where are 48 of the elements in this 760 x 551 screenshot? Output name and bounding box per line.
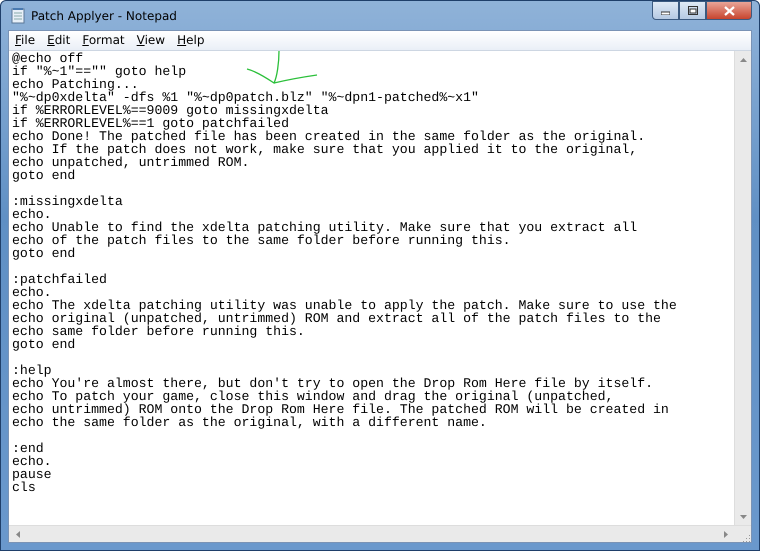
code-line: :missingxdelta bbox=[12, 195, 124, 208]
vertical-scrollbar[interactable] bbox=[734, 51, 751, 525]
scroll-right-icon[interactable] bbox=[724, 530, 728, 538]
code-line: "%~dp0xdelta" -dfs %1 "%~dp0patch.blz" "%~dpn1-patched%~x1" bbox=[12, 91, 480, 104]
code-line: goto end bbox=[12, 338, 76, 351]
code-line: echo untrimmed) ROM onto the Drop Rom Here file. The patched ROM will be created in bbox=[12, 403, 670, 416]
maximize-icon bbox=[688, 6, 698, 15]
window-title: Patch Applyer - Notepad bbox=[31, 8, 177, 24]
code-line: if %ERRORLEVEL%==9009 goto missingxdelta bbox=[12, 104, 329, 117]
code-line: echo Unable to find the xdelta patching utility. Make sure that you extract all bbox=[12, 221, 638, 234]
code-line: echo original (unpatched, untrimmed) ROM and extract all of the patch files to the bbox=[12, 312, 662, 325]
code-line: :patchfailed bbox=[12, 273, 108, 286]
code-line: goto end bbox=[12, 169, 76, 182]
code-line: echo You're almost there, but don't try to open the Drop Rom Here file by itself. bbox=[12, 377, 654, 390]
code-line: if %ERRORLEVEL%==1 goto patchfailed bbox=[12, 117, 289, 130]
code-line: echo Done! The patched file has been created in the same folder as the original. bbox=[12, 130, 646, 143]
code-line: pause bbox=[12, 468, 53, 481]
maximize-button[interactable] bbox=[679, 1, 706, 20]
code-line: goto end bbox=[12, 247, 76, 260]
code-line: echo If the patch does not work, make sure that you applied it to the original, bbox=[12, 143, 638, 156]
code-line: echo To patch your game, close this window and drag the original (unpatched, bbox=[12, 390, 614, 403]
menu-item[interactable]: Format bbox=[76, 31, 131, 50]
code-line: echo of the patch files to the same folder before running this. bbox=[12, 234, 512, 247]
code-line: if "%~1"=="" goto help bbox=[12, 65, 188, 78]
scroll-down-icon[interactable] bbox=[740, 514, 747, 518]
code-line: echo. bbox=[12, 286, 52, 299]
scroll-left-icon[interactable] bbox=[16, 530, 20, 538]
minimize-button[interactable] bbox=[652, 1, 679, 20]
close-button[interactable] bbox=[706, 1, 752, 20]
close-icon bbox=[724, 6, 734, 16]
code-line: :end bbox=[12, 442, 44, 455]
code-line: echo the same folder as the original, with a different name. bbox=[12, 416, 488, 429]
code-line: echo The xdelta patching utility was unable to apply the patch. Make sure to use the bbox=[12, 299, 678, 312]
code-line: echo same folder before running this. bbox=[12, 325, 306, 338]
menu-item[interactable]: Help bbox=[171, 31, 210, 50]
code-line: echo. bbox=[12, 455, 53, 468]
menu-item[interactable]: File bbox=[9, 31, 42, 50]
code-line: echo Patching... bbox=[12, 78, 139, 91]
code-line: @echo off bbox=[12, 52, 84, 65]
code-line: :help bbox=[12, 364, 52, 377]
scroll-up-icon[interactable] bbox=[740, 58, 747, 62]
code-line: echo unpatched, untrimmed ROM. bbox=[12, 156, 250, 169]
code-line: echo. bbox=[12, 208, 52, 221]
notepad-icon bbox=[11, 8, 25, 24]
code-line: cls bbox=[12, 481, 36, 494]
resize-grip-icon[interactable] bbox=[741, 533, 751, 543]
menu-item[interactable]: View bbox=[130, 31, 172, 50]
menu-item[interactable]: Edit bbox=[41, 31, 76, 50]
